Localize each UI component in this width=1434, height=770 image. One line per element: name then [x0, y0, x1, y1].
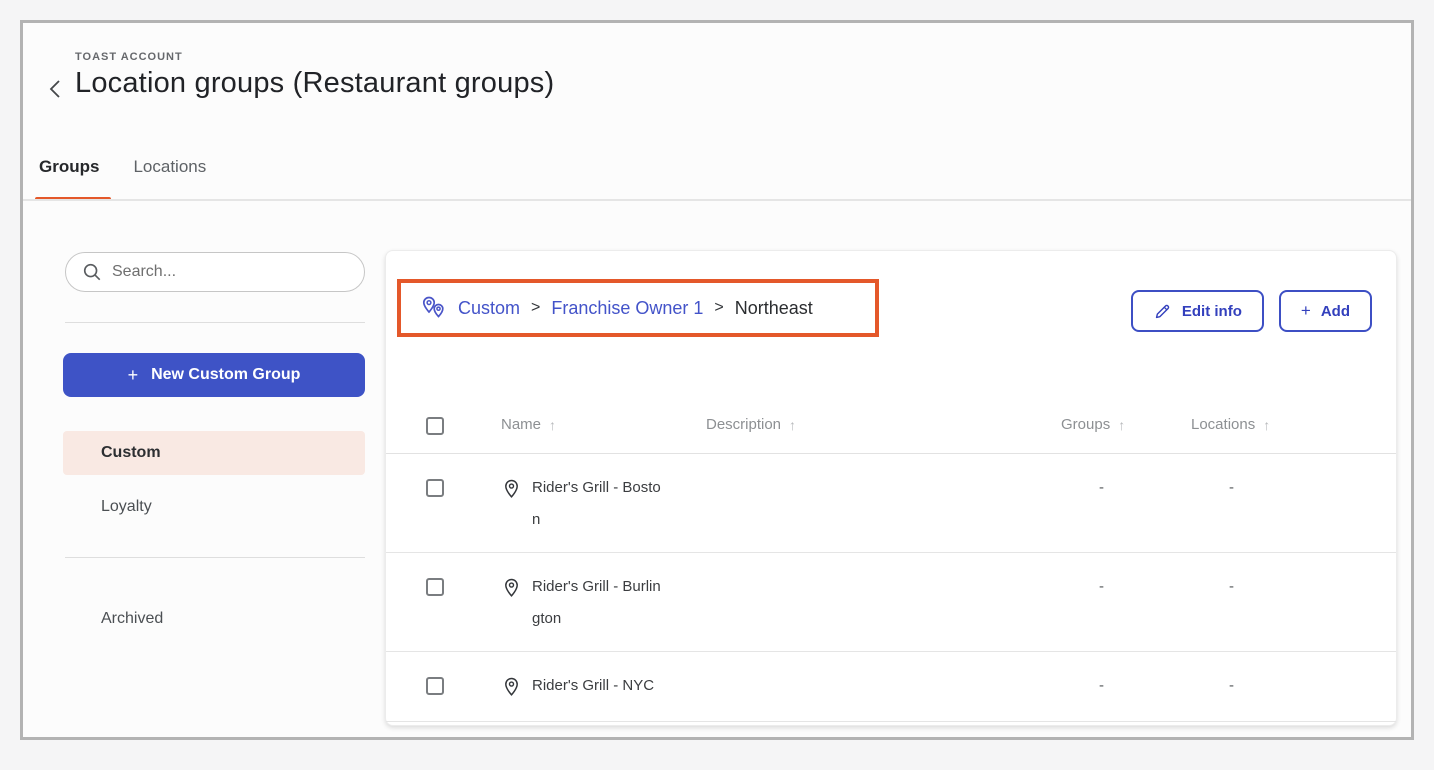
table-row[interactable]: Rider's Grill - Burlington - -: [386, 553, 1396, 652]
column-header-groups[interactable]: Groups ↑: [1061, 416, 1191, 433]
back-button[interactable]: [41, 73, 69, 105]
table-row[interactable]: Rider's Grill - NYC - -: [386, 652, 1396, 722]
sort-asc-icon: ↑: [549, 417, 556, 433]
tab-groups[interactable]: Groups: [39, 155, 99, 201]
location-pins-icon: [419, 295, 447, 321]
table-header-row: Name ↑ Description ↑ Groups ↑ Locations …: [386, 396, 1396, 453]
groups-count: -: [1061, 576, 1191, 598]
header-label: Locations: [1191, 416, 1255, 433]
location-name: Rider's Grill - NYC: [532, 670, 668, 702]
location-pin-icon: [501, 477, 522, 500]
tab-locations[interactable]: Locations: [133, 155, 206, 201]
groups-count: -: [1061, 675, 1191, 697]
pencil-icon: [1153, 302, 1172, 321]
locations-count: -: [1191, 675, 1376, 697]
tab-divider: [23, 199, 1411, 201]
location-name: Rider's Grill - Boston: [532, 472, 668, 536]
groups-panel: Custom > Franchise Owner 1 > Northeast E…: [385, 250, 1397, 726]
search-icon: [82, 262, 102, 282]
location-pin-icon: [501, 675, 522, 698]
sidebar-item-label: Archived: [101, 610, 163, 628]
new-custom-group-button[interactable]: + New Custom Group: [63, 353, 365, 397]
page-title: Location groups (Restaurant groups): [75, 67, 554, 100]
sidebar-item-custom[interactable]: Custom: [63, 431, 365, 475]
location-pin-icon: [501, 576, 522, 599]
breadcrumb-custom[interactable]: Custom: [458, 298, 520, 319]
add-button[interactable]: + Add: [1279, 290, 1372, 332]
edit-info-button[interactable]: Edit info: [1131, 290, 1264, 332]
column-header-name[interactable]: Name ↑: [501, 416, 706, 433]
column-header-description[interactable]: Description ↑: [706, 416, 1061, 433]
plus-icon: +: [128, 365, 139, 386]
header-label: Description: [706, 416, 781, 433]
column-header-locations[interactable]: Locations ↑: [1191, 416, 1376, 433]
chevron-left-icon: [46, 77, 64, 101]
locations-count: -: [1191, 576, 1376, 598]
panel-actions: Edit info + Add: [1131, 290, 1372, 332]
row-checkbox[interactable]: [426, 578, 444, 596]
new-custom-group-label: New Custom Group: [151, 366, 300, 384]
breadcrumb-separator: >: [714, 299, 723, 317]
header-label: Groups: [1061, 416, 1110, 433]
sidebar-divider: [65, 557, 365, 558]
row-checkbox[interactable]: [426, 479, 444, 497]
row-checkbox[interactable]: [426, 677, 444, 695]
sort-asc-icon: ↑: [1118, 417, 1125, 433]
app-frame: TOAST ACCOUNT Location groups (Restauran…: [20, 20, 1414, 740]
locations-table: Name ↑ Description ↑ Groups ↑ Locations …: [386, 396, 1396, 722]
add-label: Add: [1321, 303, 1350, 320]
locations-count: -: [1191, 477, 1376, 499]
breadcrumb-northeast: Northeast: [735, 298, 813, 319]
sidebar-item-label: Custom: [101, 444, 161, 462]
edit-info-label: Edit info: [1182, 303, 1242, 320]
breadcrumb: Custom > Franchise Owner 1 > Northeast: [419, 283, 813, 333]
account-eyebrow: TOAST ACCOUNT: [75, 51, 183, 63]
select-all-checkbox[interactable]: [426, 417, 444, 435]
search-input[interactable]: [112, 263, 332, 281]
sidebar-item-loyalty[interactable]: Loyalty: [63, 485, 365, 529]
groups-count: -: [1061, 477, 1191, 499]
sidebar-item-label: Loyalty: [101, 498, 152, 516]
location-name: Rider's Grill - Burlington: [532, 571, 668, 635]
breadcrumb-franchise-owner-1[interactable]: Franchise Owner 1: [551, 298, 703, 319]
sort-asc-icon: ↑: [1263, 417, 1270, 433]
plus-icon: +: [1301, 301, 1311, 321]
sort-asc-icon: ↑: [789, 417, 796, 433]
group-search: [65, 252, 365, 292]
sidebar-item-archived[interactable]: Archived: [63, 597, 365, 641]
tab-bar: Groups Locations: [39, 155, 206, 201]
table-row[interactable]: Rider's Grill - Boston - -: [386, 454, 1396, 553]
sidebar-divider: [65, 322, 365, 323]
breadcrumb-separator: >: [531, 299, 540, 317]
header-label: Name: [501, 416, 541, 433]
table-body: Rider's Grill - Boston - - Rider's Grill…: [386, 453, 1396, 722]
